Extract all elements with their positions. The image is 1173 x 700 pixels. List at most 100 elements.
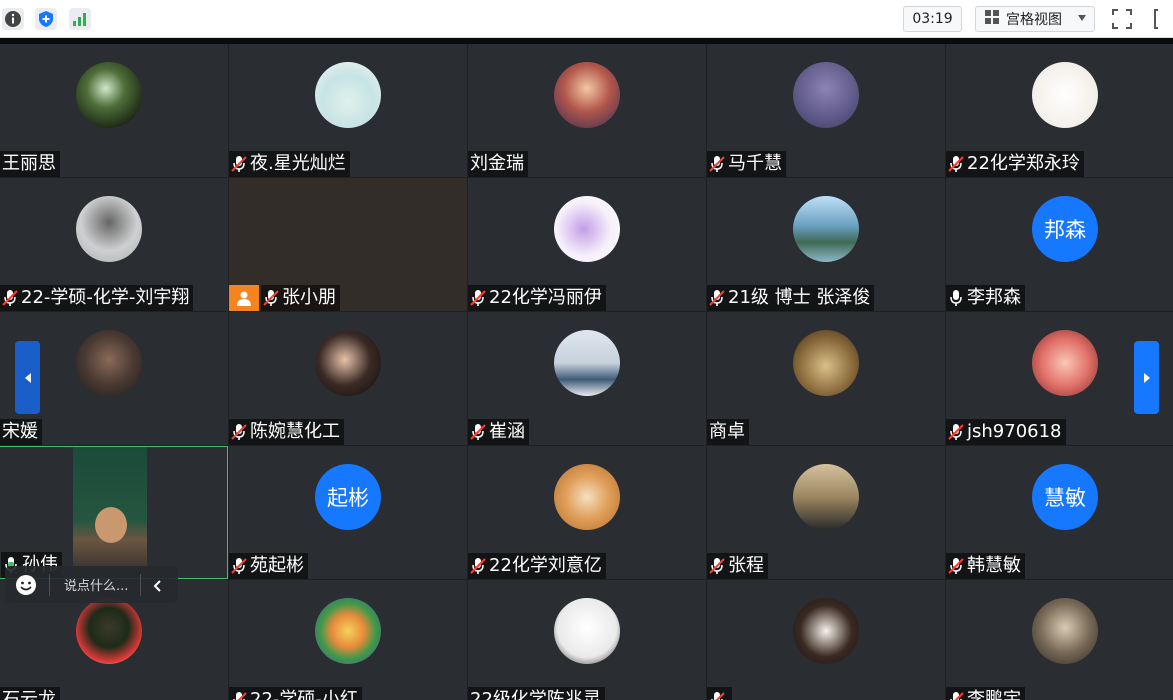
avatar bbox=[793, 62, 859, 128]
participant-tile[interactable]: 21级 博士 张泽俊 bbox=[707, 178, 945, 311]
participant-name-tag: 王丽思 bbox=[0, 151, 60, 177]
participant-name: 张小朋 bbox=[282, 287, 336, 308]
next-page-button[interactable] bbox=[1134, 341, 1159, 414]
participant-name: 22化学冯丽伊 bbox=[489, 287, 602, 308]
participant-tile[interactable]: 陈婉慧化工 bbox=[229, 312, 467, 445]
avatar bbox=[793, 196, 859, 262]
participant-tile[interactable]: 孙伟 bbox=[0, 446, 228, 579]
participant-tile[interactable] bbox=[707, 580, 945, 700]
chevron-down-icon bbox=[1078, 15, 1086, 21]
participant-name: 李鹏宇 bbox=[967, 689, 1021, 700]
mic-icon bbox=[948, 289, 964, 307]
participant-name-tag: 马千慧 bbox=[707, 151, 786, 177]
chat-placeholder[interactable]: 说点什么... bbox=[64, 575, 128, 594]
top-toolbar: 03:19 宫格视图 bbox=[0, 0, 1173, 38]
mic-muted-icon bbox=[709, 557, 725, 575]
chat-input-bar[interactable]: 说点什么... bbox=[5, 566, 178, 603]
participant-name-tag: 李鹏宇 bbox=[946, 687, 1025, 700]
view-mode-label: 宫格视图 bbox=[1006, 12, 1062, 28]
mic-muted-icon bbox=[948, 155, 964, 173]
participant-tile[interactable]: 22-学硕-化学-刘宇翔 bbox=[0, 178, 228, 311]
participant-tile[interactable]: 王丽思 bbox=[0, 44, 228, 177]
avatar bbox=[554, 196, 620, 262]
avatar: 慧敏 bbox=[1032, 464, 1098, 530]
participant-name-tag: 李邦森 bbox=[946, 285, 1025, 311]
avatar bbox=[315, 62, 381, 128]
participant-name-tag: 韩慧敏 bbox=[946, 553, 1025, 579]
avatar bbox=[793, 330, 859, 396]
participant-name: 苑起彬 bbox=[250, 555, 304, 576]
participant-tile[interactable]: 崔涵 bbox=[468, 312, 706, 445]
mic-muted-icon bbox=[470, 557, 486, 575]
avatar bbox=[554, 464, 620, 530]
signal-bars-icon[interactable] bbox=[69, 8, 91, 30]
meeting-timer: 03:19 bbox=[903, 6, 962, 32]
prev-page-button[interactable] bbox=[15, 341, 40, 414]
avatar bbox=[76, 62, 142, 128]
avatar bbox=[76, 196, 142, 262]
fullscreen-icon[interactable] bbox=[1110, 7, 1134, 31]
participant-name-tag: 宋媛 bbox=[0, 419, 42, 445]
person-icon bbox=[229, 285, 259, 311]
participant-tile[interactable]: 邦森 李邦森 bbox=[946, 178, 1173, 311]
participant-tile[interactable]: 22-学硕-小红 bbox=[229, 580, 467, 700]
mic-muted-icon bbox=[2, 289, 18, 307]
participant-tile[interactable]: 夜.星光灿烂 bbox=[229, 44, 467, 177]
mic-muted-icon bbox=[948, 423, 964, 441]
participant-tile[interactable]: 22化学刘意亿 bbox=[468, 446, 706, 579]
participant-tile[interactable]: 张小朋 bbox=[229, 178, 467, 311]
participant-name: 22化学郑永玲 bbox=[967, 153, 1080, 174]
participant-tile[interactable]: 慧敏韩慧敏 bbox=[946, 446, 1173, 579]
participant-name: 韩慧敏 bbox=[967, 555, 1021, 576]
participant-name-tag: 夜.星光灿烂 bbox=[229, 151, 350, 177]
participant-tile[interactable]: 22化学郑永玲 bbox=[946, 44, 1173, 177]
mic-muted-icon bbox=[948, 691, 964, 700]
avatar bbox=[1032, 62, 1098, 128]
participant-name: 夜.星光灿烂 bbox=[250, 153, 346, 174]
participant-name: 马千慧 bbox=[728, 153, 782, 174]
participant-name: 张程 bbox=[728, 555, 764, 576]
participant-name-tag: 22级化学陈兆灵 bbox=[468, 687, 605, 700]
participant-tile[interactable]: 22级化学陈兆灵 bbox=[468, 580, 706, 700]
participant-name: 陈婉慧化工 bbox=[250, 421, 340, 442]
participant-tile[interactable]: 22化学冯丽伊 bbox=[468, 178, 706, 311]
participant-tile[interactable]: 张程 bbox=[707, 446, 945, 579]
participant-name: 22-学硕-小红 bbox=[250, 689, 358, 700]
emoji-icon[interactable] bbox=[15, 574, 37, 596]
participant-tile[interactable]: 刘金瑞 bbox=[468, 44, 706, 177]
participant-name-tag: 22化学刘意亿 bbox=[468, 553, 606, 579]
avatar bbox=[554, 62, 620, 128]
mic-muted-icon bbox=[231, 557, 247, 575]
participant-name: 石云龙 bbox=[2, 689, 56, 700]
view-mode-select[interactable]: 宫格视图 bbox=[975, 6, 1095, 32]
avatar bbox=[315, 598, 381, 664]
avatar bbox=[554, 598, 620, 664]
participant-name: 宋媛 bbox=[2, 421, 38, 442]
avatar: 邦森 bbox=[1032, 196, 1098, 262]
mic-muted-icon bbox=[470, 289, 486, 307]
avatar bbox=[554, 330, 620, 396]
video-person bbox=[95, 507, 127, 543]
participant-tile[interactable]: 商卓 bbox=[707, 312, 945, 445]
info-icon[interactable] bbox=[2, 8, 24, 30]
participant-tile[interactable]: 起彬 苑起彬 bbox=[229, 446, 467, 579]
participant-tile[interactable]: 马千慧 bbox=[707, 44, 945, 177]
mic-muted-icon bbox=[709, 289, 725, 307]
participant-name-tag: 22-学硕-小红 bbox=[229, 687, 362, 700]
avatar bbox=[1032, 330, 1098, 396]
participant-name-tag: 张程 bbox=[707, 553, 768, 579]
mic-muted-icon bbox=[231, 423, 247, 441]
chevron-left-icon[interactable] bbox=[151, 578, 165, 592]
participant-tile[interactable]: 李鹏宇 bbox=[946, 580, 1173, 700]
grid-view-icon bbox=[984, 9, 1000, 29]
shield-plus-icon[interactable] bbox=[35, 8, 57, 30]
participant-name: jsh970618 bbox=[967, 421, 1062, 442]
mic-muted-icon bbox=[709, 155, 725, 173]
participant-name: 21级 博士 张泽俊 bbox=[728, 287, 871, 308]
video-feed bbox=[73, 447, 147, 578]
avatar bbox=[315, 330, 381, 396]
expand-icon[interactable] bbox=[1152, 7, 1173, 31]
participant-name-tag: 崔涵 bbox=[468, 419, 529, 445]
avatar bbox=[76, 330, 142, 396]
mic-muted-icon bbox=[470, 423, 486, 441]
